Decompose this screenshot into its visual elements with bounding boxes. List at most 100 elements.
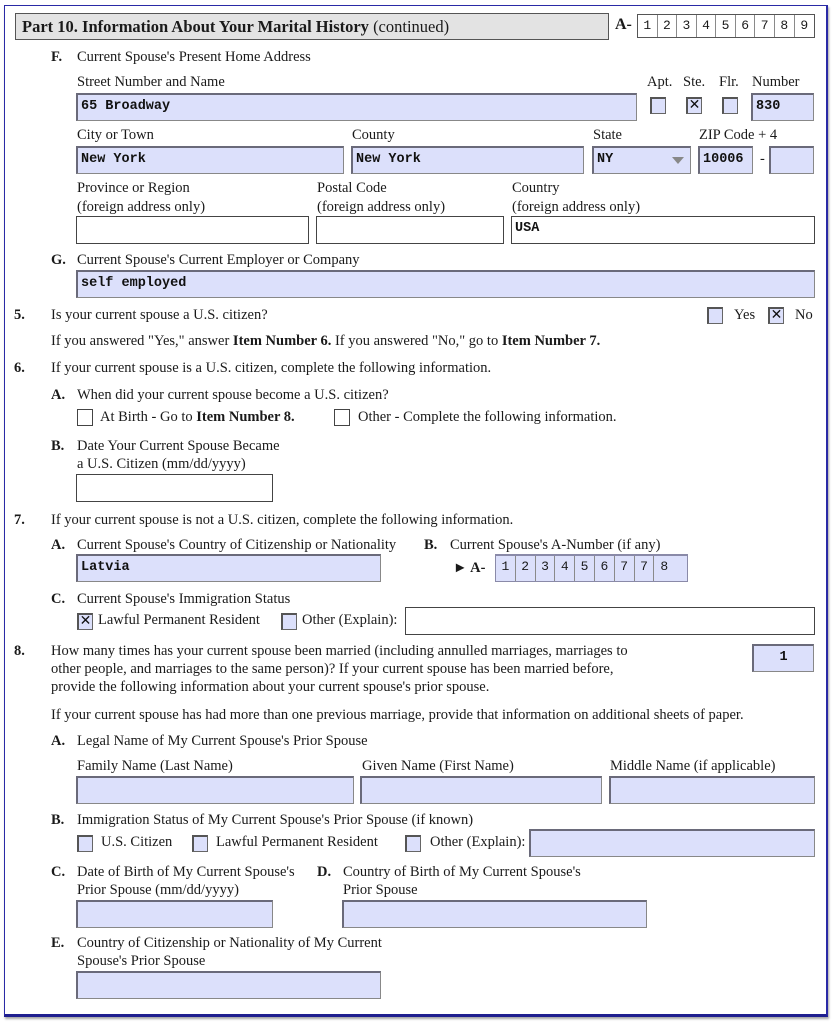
postal-label: Postal Code <box>317 180 387 196</box>
postal-input[interactable] <box>316 216 504 244</box>
item-5-note: If you answered "Yes," answer Item Numbe… <box>51 333 601 349</box>
a-number-digit: 3 <box>677 15 697 37</box>
prior-lpr-label: Lawful Permanent Resident <box>216 834 378 850</box>
prior-citizenship-input[interactable] <box>76 971 381 999</box>
middle-name-label: Middle Name (if applicable) <box>610 758 776 774</box>
prior-birth-country-input[interactable] <box>342 900 647 928</box>
item-8c-text-1: Date of Birth of My Current Spouse's <box>77 864 295 880</box>
item-6-text: If your current spouse is a U.S. citizen… <box>51 360 492 376</box>
middle-name-input[interactable] <box>609 776 815 804</box>
section-title: Part 10. Information About Your Marital … <box>22 17 369 36</box>
zip-label: ZIP Code + 4 <box>699 127 778 143</box>
chevron-down-icon[interactable] <box>672 157 684 164</box>
prior-uscitizen-checkbox[interactable] <box>77 835 93 852</box>
item-8e-letter: E. <box>51 935 65 951</box>
prior-other-explain-input[interactable] <box>529 829 815 857</box>
street-input[interactable]: 65 Broadway <box>76 93 637 121</box>
item-7b-letter: B. <box>424 537 438 553</box>
header-a-number: 123456789 <box>637 14 815 38</box>
item-8d-text-2: Prior Spouse <box>343 882 418 898</box>
prior-lpr-checkbox[interactable] <box>192 835 208 852</box>
lpr-label: Lawful Permanent Resident <box>98 612 260 628</box>
spouse-a-number-prefix: ► A- <box>453 560 486 576</box>
family-name-label: Family Name (Last Name) <box>77 758 233 774</box>
other-status-checkbox[interactable] <box>281 613 297 630</box>
country-input[interactable]: USA <box>511 216 815 244</box>
item-8-text-2: other people, and marriages to the same … <box>51 661 614 677</box>
citizen-no-checkbox[interactable]: ✕ <box>768 307 784 324</box>
a-number-digit: 9 <box>800 18 809 33</box>
state-label: State <box>593 127 622 143</box>
a-number-digit: 5 <box>716 15 736 37</box>
citizen-yes-checkbox[interactable] <box>707 307 723 324</box>
family-name-input[interactable] <box>76 776 354 804</box>
citizen-no-label: No <box>795 307 813 323</box>
item-7-number: 7. <box>14 512 25 528</box>
flr-checkbox[interactable] <box>722 97 738 114</box>
item-8d-text-1: Country of Birth of My Current Spouse's <box>343 864 581 880</box>
at-birth-checkbox[interactable] <box>77 409 93 426</box>
item-8c-letter: C. <box>51 864 66 880</box>
prior-dob-input[interactable] <box>76 900 273 928</box>
county-input[interactable]: New York <box>351 146 584 174</box>
spouse-citizenship-input[interactable]: Latvia <box>76 554 381 582</box>
employer-input[interactable]: self employed <box>76 270 815 298</box>
item-8e-text-1: Country of Citizenship or Nationality of… <box>77 935 382 951</box>
zip-input[interactable]: 10006 <box>698 146 753 174</box>
province-sublabel: (foreign address only) <box>77 199 206 215</box>
item-8a-letter: A. <box>51 733 66 749</box>
ste-checkbox[interactable]: ✕ <box>686 97 702 114</box>
item-7-text: If your current spouse is not a U.S. cit… <box>51 512 514 528</box>
item-8a-text: Legal Name of My Current Spouse's Prior … <box>77 733 368 749</box>
county-label: County <box>352 127 395 143</box>
a-number-digit[interactable]: 5 <box>575 556 595 581</box>
other-status-label: Other (Explain): <box>302 612 398 628</box>
postal-sublabel: (foreign address only) <box>317 199 446 215</box>
a-number-digit[interactable]: 1 <box>496 556 516 581</box>
prior-uscitizen-label: U.S. Citizen <box>101 834 173 850</box>
prior-other-checkbox[interactable] <box>405 835 421 852</box>
item-6b-text-2: a U.S. Citizen (mm/dd/yyyy) <box>77 456 246 472</box>
item-8-note: If your current spouse has had more than… <box>51 707 744 723</box>
other-status-explain-input[interactable] <box>405 607 815 635</box>
city-input[interactable]: New York <box>76 146 344 174</box>
number-label: Number <box>752 74 800 90</box>
a-number-digit[interactable]: 7 <box>615 556 635 581</box>
item-7c-letter: C. <box>51 591 66 607</box>
a-number-digit: 2 <box>658 15 678 37</box>
lpr-checkbox[interactable]: ✕ <box>77 613 93 630</box>
number-input[interactable]: 830 <box>751 93 814 121</box>
a-number-digit[interactable]: 8 <box>654 556 674 581</box>
a-number-digit[interactable]: 6 <box>595 556 615 581</box>
item-6a-letter: A. <box>51 387 66 403</box>
item-7a-text: Current Spouse's Country of Citizenship … <box>77 537 397 553</box>
given-name-input[interactable] <box>360 776 602 804</box>
a-number-label: A- <box>615 16 632 33</box>
item-6-number: 6. <box>14 360 25 376</box>
item-8-text-3: provide the following information about … <box>51 679 490 695</box>
item-6b-text-1: Date Your Current Spouse Became <box>77 438 280 454</box>
a-number-digit[interactable]: 3 <box>536 556 556 581</box>
province-input[interactable] <box>76 216 309 244</box>
spouse-a-number-input[interactable]: 123456778 <box>495 554 688 582</box>
other-citizenship-label: Other - Complete the following informati… <box>358 409 617 425</box>
a-number-digit: 6 <box>736 15 756 37</box>
at-birth-label: At Birth - Go to Item Number 8. <box>100 409 295 425</box>
a-number-digit: 7 <box>755 15 775 37</box>
a-number-digit[interactable]: 2 <box>516 556 536 581</box>
apt-checkbox[interactable] <box>650 97 666 114</box>
section-title-suffix: (continued) <box>368 17 450 36</box>
zip4-input[interactable] <box>769 146 814 174</box>
apt-label: Apt. <box>647 74 673 90</box>
item-8e-text-2: Spouse's Prior Spouse <box>77 953 206 969</box>
section-header: Part 10. Information About Your Marital … <box>15 13 609 40</box>
a-number-digit[interactable]: 4 <box>555 556 576 581</box>
item-f-title: Current Spouse's Present Home Address <box>77 49 311 65</box>
country-sublabel: (foreign address only) <box>512 199 641 215</box>
times-married-input[interactable]: 1 <box>752 644 814 672</box>
citizen-date-input[interactable] <box>76 474 273 502</box>
state-select[interactable]: NY <box>592 146 691 174</box>
a-number-digit[interactable]: 7 <box>635 556 655 581</box>
item-6a-text: When did your current spouse become a U.… <box>77 387 389 403</box>
other-citizenship-checkbox[interactable] <box>334 409 350 426</box>
